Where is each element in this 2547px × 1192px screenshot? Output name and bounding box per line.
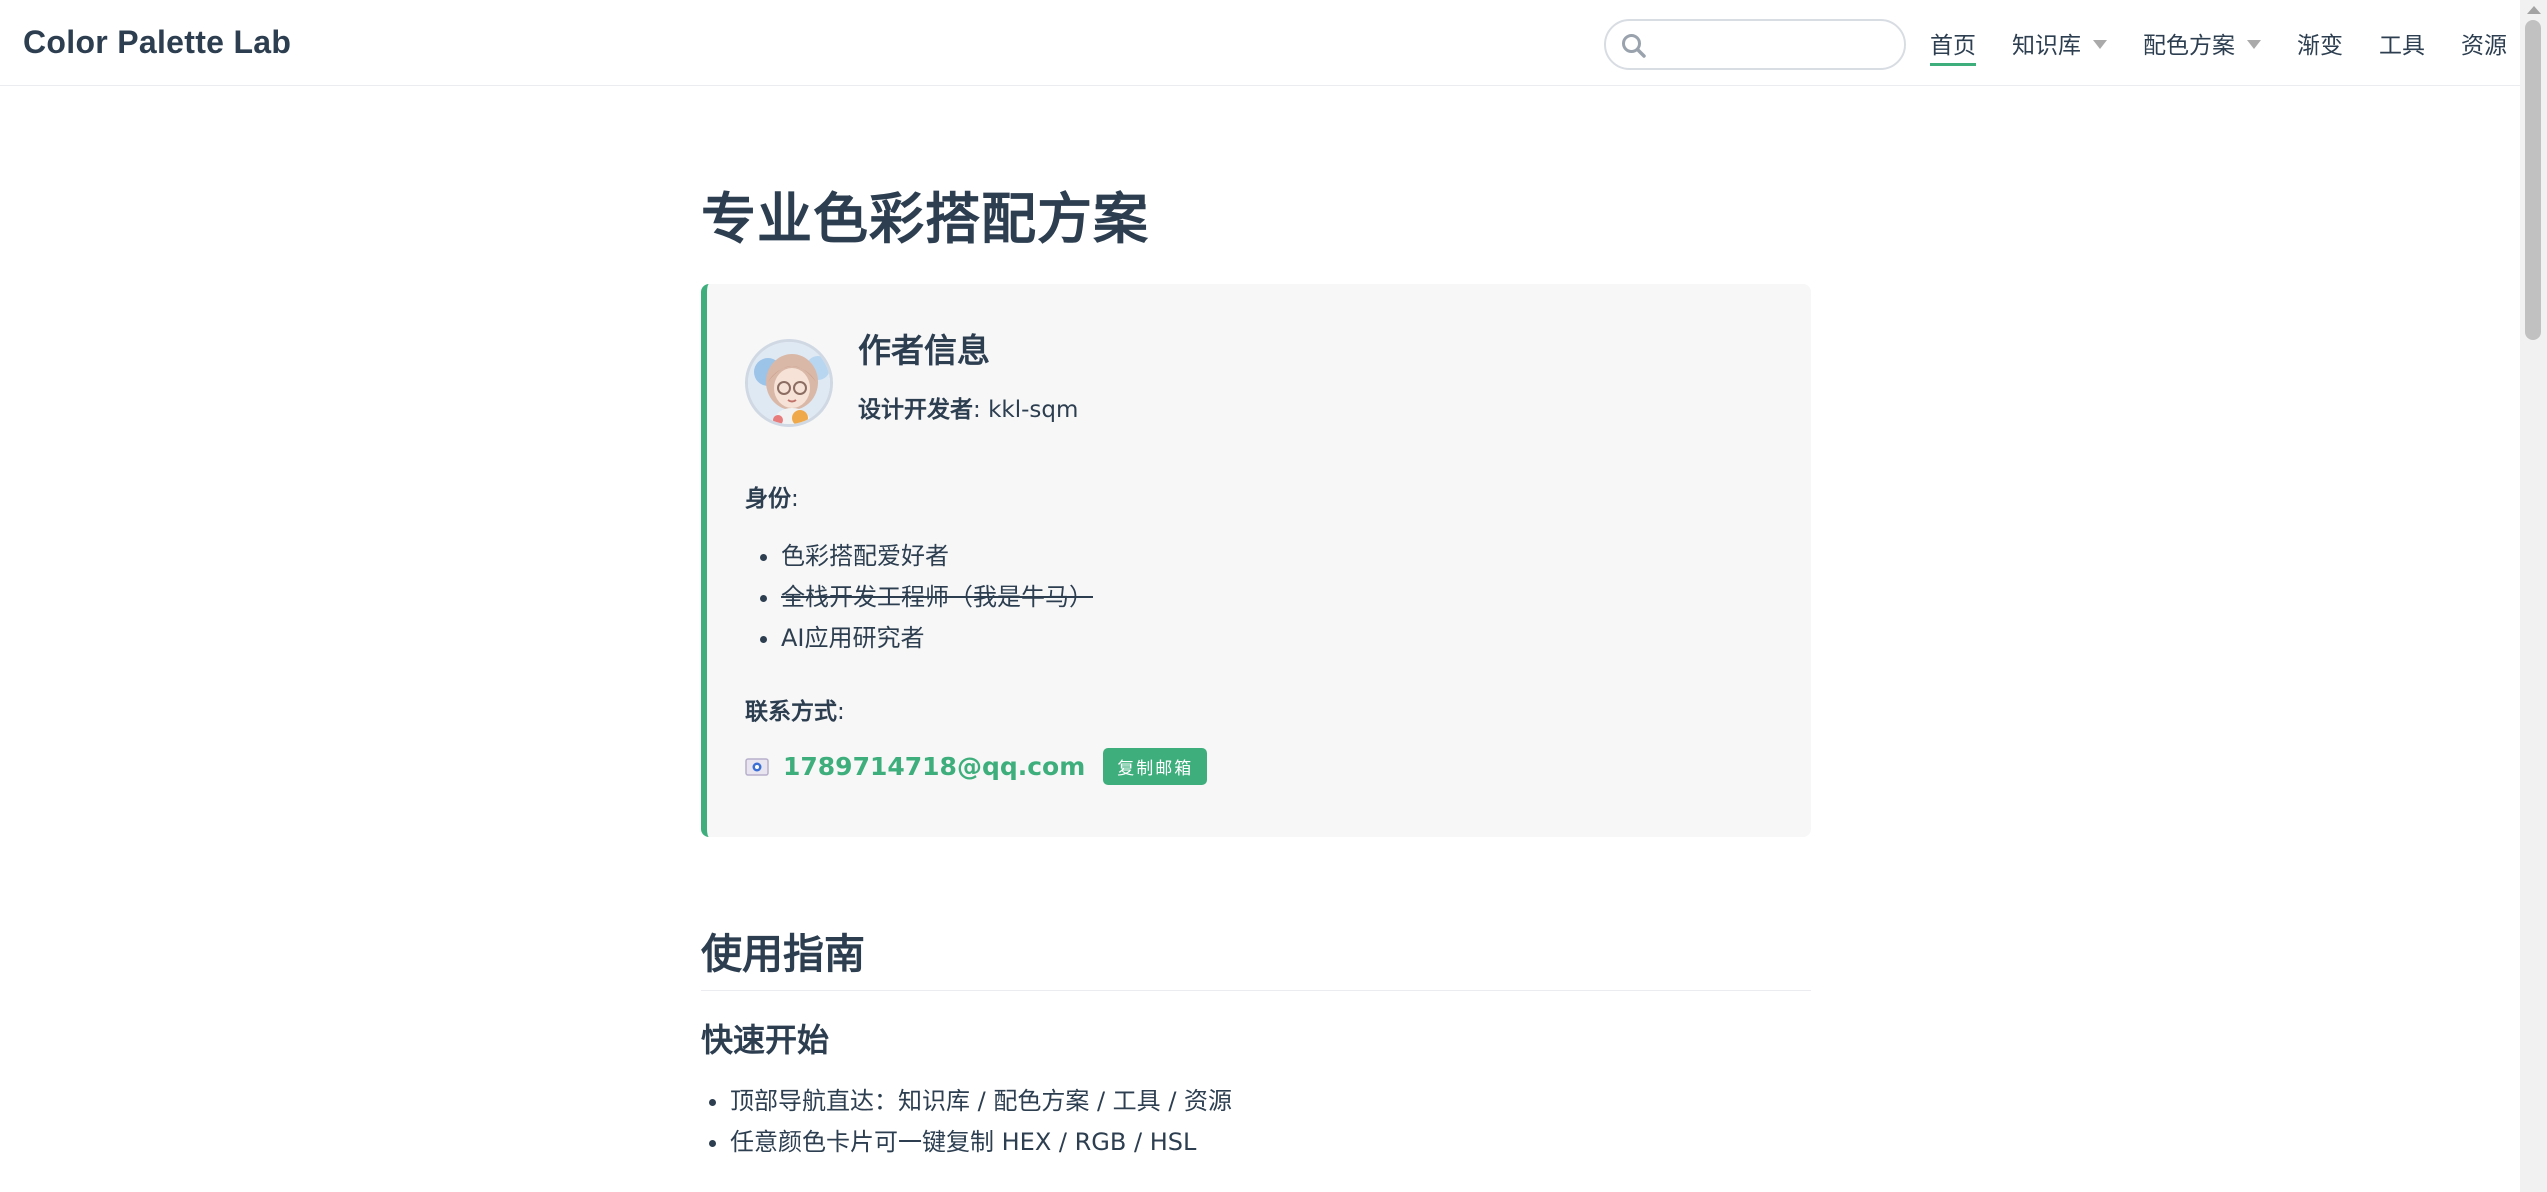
list-item: 色彩搭配爱好者: [781, 536, 1093, 577]
search-icon: [1622, 34, 1646, 58]
chevron-down-icon: [2247, 39, 2261, 49]
scrollbar-thumb[interactable]: [2525, 20, 2541, 340]
page-scrollbar[interactable]: [2520, 0, 2547, 1192]
identity-list: 色彩搭配爱好者 全栈开发工程师（我是牛马） AI应用研究者: [745, 536, 1093, 659]
top-navbar: Color Palette Lab 首页 知识库 配色方案 渐变 工具 资源: [0, 0, 2520, 86]
avatar-illustration-icon: [748, 342, 830, 424]
identity-item-text: 全栈开发工程师（我是牛马）: [781, 583, 1093, 611]
copy-email-button[interactable]: 复制邮箱: [1103, 748, 1208, 785]
list-item: 任意颜色卡片可一键复制 HEX / RGB / HSL: [730, 1122, 1232, 1163]
developer-line: 设计开发者: kkl-sqm: [858, 390, 1078, 424]
developer-value: kkl-sqm: [988, 397, 1079, 423]
nav-item-color-schemes[interactable]: 配色方案: [2143, 0, 2261, 86]
nav-label: 知识库: [2012, 33, 2081, 59]
identity-label: 身份: [745, 486, 791, 512]
list-item: 全栈开发工程师（我是牛马）: [781, 577, 1093, 618]
email-link[interactable]: 1789714718@qq.com: [783, 752, 1085, 781]
nav-item-home[interactable]: 首页: [1930, 0, 1976, 86]
guide-section-title: 使用指南: [701, 920, 1811, 991]
nav-label: 资源: [2461, 33, 2507, 59]
email-row: 1789714718@qq.com 复制邮箱: [745, 748, 1208, 785]
contact-colon: :: [837, 699, 845, 725]
identity-item-text: AI应用研究者: [781, 624, 925, 652]
scroll-up-arrow-icon[interactable]: [2527, 6, 2541, 14]
quick-start-list: 顶部导航直达：知识库 / 配色方案 / 工具 / 资源 任意颜色卡片可一键复制 …: [701, 1081, 1232, 1163]
nav-item-gradients[interactable]: 渐变: [2297, 0, 2343, 86]
author-card-title: 作者信息: [858, 331, 990, 370]
search-input[interactable]: [1656, 27, 1894, 63]
nav-item-resources[interactable]: 资源: [2461, 0, 2507, 86]
chevron-down-icon: [2093, 39, 2107, 49]
list-item: AI应用研究者: [781, 618, 1093, 659]
site-name[interactable]: Color Palette Lab: [23, 24, 291, 61]
nav-label: 工具: [2379, 33, 2425, 59]
avatar: [745, 339, 833, 427]
identity-item-text: 色彩搭配爱好者: [781, 542, 949, 570]
nav-item-tools[interactable]: 工具: [2379, 0, 2425, 86]
nav-label: 渐变: [2297, 33, 2343, 59]
mail-icon: [745, 757, 769, 776]
page-title: 专业色彩搭配方案: [701, 187, 1150, 251]
nav-links: 首页 知识库 配色方案 渐变 工具 资源: [1930, 0, 2543, 86]
developer-separator: :: [973, 397, 989, 423]
list-item: 顶部导航直达：知识库 / 配色方案 / 工具 / 资源: [730, 1081, 1232, 1122]
nav-label: 配色方案: [2143, 33, 2235, 59]
quick-start-title: 快速开始: [701, 1021, 830, 1059]
author-info-card: 作者信息 设计开发者: kkl-sqm 身份: 色彩搭配爱好者 全栈开发工程师（…: [701, 284, 1811, 837]
nav-label: 首页: [1930, 26, 1976, 66]
identity-colon: :: [791, 486, 799, 512]
contact-label: 联系方式: [745, 699, 837, 725]
nav-item-knowledge-base[interactable]: 知识库: [2012, 0, 2107, 86]
identity-heading: 身份:: [745, 479, 799, 513]
developer-label: 设计开发者: [858, 397, 973, 423]
contact-heading: 联系方式:: [745, 692, 845, 726]
search-box[interactable]: [1604, 19, 1906, 70]
